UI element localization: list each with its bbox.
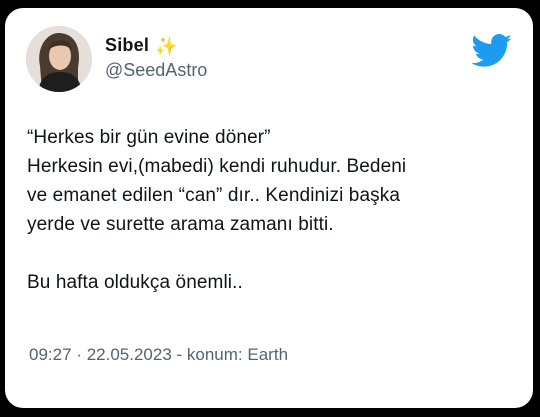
tweet-location: Earth <box>247 345 289 364</box>
tweet-text-line: ve emanet edilen “can” dır.. Kendinizi b… <box>27 185 400 206</box>
tweet-time[interactable]: 09:27 <box>29 345 72 364</box>
paragraph-break <box>27 239 517 268</box>
screenshot-frame: Sibel ✨ @SeedAstro “Herkes bir gün evine… <box>0 0 540 417</box>
twitter-bird-icon[interactable] <box>471 34 513 68</box>
tweet-text-line: Herkesin evi,(mabedi) kendi ruhudur. Bed… <box>27 156 407 177</box>
author-handle[interactable]: @SeedAstro <box>105 60 207 81</box>
display-name[interactable]: Sibel <box>105 35 149 56</box>
tweet-text-line: yerde ve surette arama zamanı bitti. <box>27 214 334 235</box>
profile-photo-icon <box>26 26 92 92</box>
author-name-row: Sibel ✨ <box>105 35 177 56</box>
location-prefix: - konum: <box>176 345 243 364</box>
tweet-text-line: Bu hafta oldukça önemli.. <box>27 272 243 293</box>
meta-separator: · <box>76 345 82 364</box>
tweet-card: Sibel ✨ @SeedAstro “Herkes bir gün evine… <box>5 8 533 408</box>
tweet-metadata: 09:27 · 22.05.2023 - konum: Earth <box>29 345 288 365</box>
tweet-text: “Herkes bir gün evine döner” Herkesin ev… <box>27 123 517 297</box>
sparkles-emoji-icon: ✨ <box>155 35 178 56</box>
tweet-text-line: “Herkes bir gün evine döner” <box>27 127 271 148</box>
avatar[interactable] <box>26 26 92 92</box>
tweet-date[interactable]: 22.05.2023 <box>87 345 172 364</box>
